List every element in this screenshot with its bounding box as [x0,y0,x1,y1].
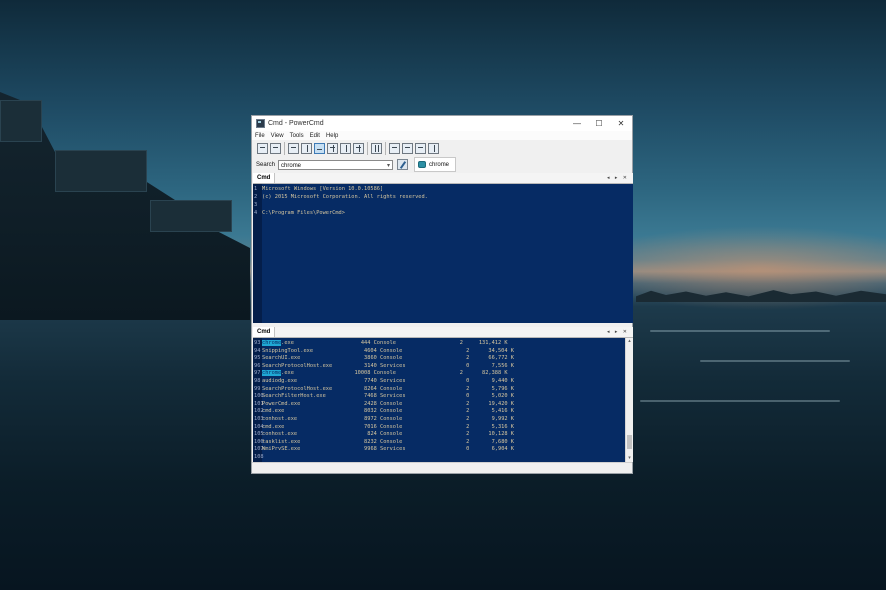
powercmd-window: Cmd - PowerCmd — ☐ ✕ File View Tools Edi… [251,115,633,474]
window-icon[interactable] [415,143,426,154]
layout-single-icon[interactable] [288,143,299,154]
process-details: 2428 Console 2 19,420 K [300,400,514,407]
console-line: 3 [254,202,258,208]
window-title: Cmd - PowerCmd [268,120,324,127]
status-bar [252,462,632,473]
toolbar-separator [367,142,368,155]
process-name: SearchUI.exe [262,355,301,362]
search-value: chrome [281,162,302,169]
tab-cmd[interactable]: Cmd [253,173,276,183]
pane-controls[interactable]: ◂ ▸ ✕ [607,327,629,337]
layout-4-icon[interactable] [340,143,351,154]
menu-help[interactable]: Help [326,133,338,139]
process-details: 7740 Services 0 9,440 K [297,378,514,384]
process-details: 3140 Services 0 7,556 K [332,362,514,369]
pane-header: Cmd ◂ ▸ ✕ [253,173,633,184]
scroll-down-icon[interactable]: ▾ [626,455,633,462]
background-house [0,100,42,142]
search-bar: Search chrome ▾ chrome [252,157,632,172]
process-name: tasklist.exe [262,438,301,445]
menu-edit[interactable]: Edit [310,133,320,139]
help-icon[interactable] [428,143,439,154]
menu-tools[interactable]: Tools [290,133,304,139]
top-console-pane: Cmd ◂ ▸ ✕ 1 Microsoft Windows [Version 10… [253,173,633,323]
background-house [55,150,147,192]
process-name: PowerCmd.exe [262,400,301,407]
process-details: 3860 Console 2 66,772 K [300,355,514,362]
process-name: SearchProtocolHost.exe [262,385,333,392]
process-details: 7016 Console 2 5,316 K [284,423,514,430]
process-name: conhost.exe [262,431,298,438]
search-label: Search [256,161,276,168]
search-tab-icon [418,161,427,168]
process-name: SearchFilterHost.exe [262,393,326,400]
process-details: 7468 Services 0 5,020 K [325,393,514,400]
vertical-scrollbar[interactable]: ▴ ▾ [625,338,633,462]
pane-controls[interactable]: ◂ ▸ ✕ [607,173,629,183]
toolbar-separator [385,142,386,155]
process-name: WmiPrvSE.exe [262,446,301,453]
toolbar-separator [284,142,285,155]
search-result-tab[interactable]: chrome [414,157,457,172]
toolbar [252,140,632,157]
pane-header: Cmd ◂ ▸ ✕ [253,327,633,338]
scroll-up-icon[interactable]: ▴ [626,338,633,345]
highlight-search-button[interactable] [397,159,409,170]
process-details: 8972 Console 2 9,992 K [297,416,514,422]
chevron-down-icon[interactable]: ▾ [387,161,390,171]
process-name: conhost.exe [262,416,298,422]
console-output[interactable]: 1 Microsoft Windows [Version 10.0.10586] … [253,184,633,323]
background-wave [650,330,830,332]
search-result-tab-label: chrome [429,161,450,168]
process-name: cmd.exe [262,408,285,415]
background-wave [640,400,840,402]
process-details: 8264 Console 2 5,796 K [332,385,514,392]
maximize-button[interactable]: ☐ [588,116,610,131]
search-match: chrome [262,370,282,377]
process-details: 9968 Services 0 6,904 K [300,446,514,453]
tab-cmd[interactable]: Cmd [253,327,276,337]
layout-grid-icon[interactable] [353,143,364,154]
save-icon[interactable] [270,143,281,154]
menu-bar: File View Tools Edit Help [252,131,632,140]
close-button[interactable]: ✕ [610,116,632,131]
console-line: 4 C:\Program Files\PowerCmd> [254,210,345,216]
pause-icon[interactable] [371,143,382,154]
process-details: .exe 444 Console 2 131,412 K [281,340,508,346]
console-line: 1 Microsoft Windows [Version 10.0.10586] [254,186,384,192]
background-wave [700,360,850,362]
scroll-thumb[interactable] [627,435,632,449]
process-name: audiodg.exe [262,378,298,384]
process-name: SnippingTool.exe [262,347,314,354]
powercmd-app-icon [256,119,265,128]
console-output[interactable]: 93 chrome.exe 444 Console 2 131,412 K 94 Sn… [253,338,633,462]
binoculars-icon[interactable] [402,143,413,154]
process-name: cmd.exe [262,423,285,430]
process-details: 824 Console 2 10,128 K [297,431,514,438]
layout-3-icon[interactable] [327,143,338,154]
console-line: 2 (c) 2015 Microsoft Corporation. All rig… [254,194,428,200]
new-session-icon[interactable] [257,143,268,154]
console-line: 107WmiPrvSE.exe 9968 Services 0 6,904 K [254,446,514,453]
process-details: 4604 Console 2 34,504 K [313,347,514,354]
menu-view[interactable]: View [271,133,284,139]
menu-file[interactable]: File [255,133,265,139]
screen-icon[interactable] [389,143,400,154]
process-name: SearchProtocolHost.exe [262,362,333,369]
minimize-button[interactable]: — [566,116,588,131]
bottom-console-pane: Cmd ◂ ▸ ✕ 93 chrome.exe 444 Console 2 131… [253,327,633,462]
title-bar[interactable]: Cmd - PowerCmd — ☐ ✕ [252,116,632,131]
search-input[interactable]: chrome ▾ [278,159,394,171]
process-details: 8232 Console 2 7,680 K [300,438,514,445]
console-line: 108 [254,454,264,460]
search-match: chrome [262,340,282,346]
layout-vsplit-icon[interactable] [301,143,312,154]
process-details: 8032 Console 2 5,416 K [284,408,514,415]
background-house [150,200,232,232]
process-details: .exe 10008 Console 2 82,388 K [281,370,508,377]
layout-hsplit-icon[interactable] [314,143,325,154]
